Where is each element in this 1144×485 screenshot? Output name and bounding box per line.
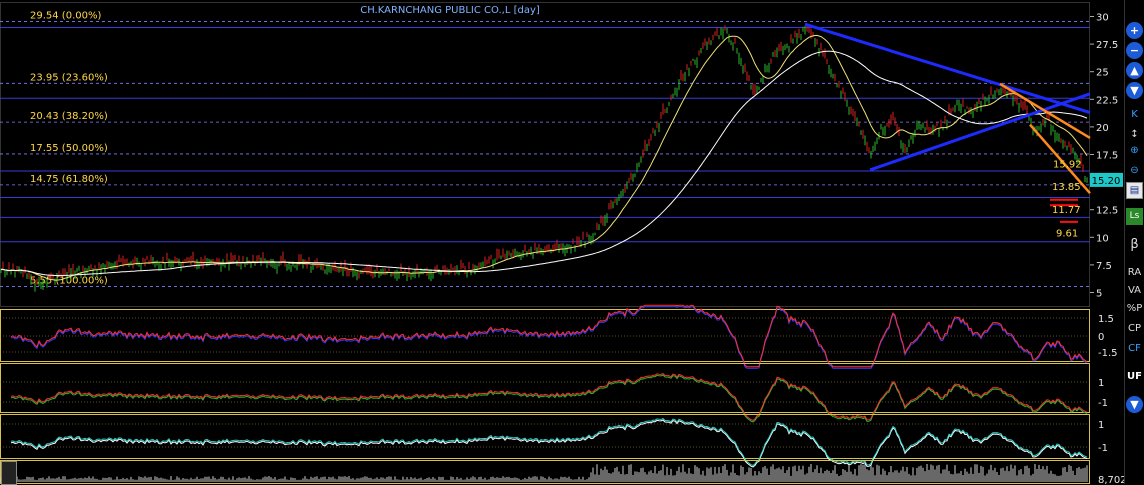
indicator-axis-label: 0 [1098,332,1104,343]
boxed-button[interactable]: ▤ [1126,182,1143,199]
indicator-axis-label: 8,702,8 [1098,475,1124,484]
price-annotation: 15.92 [1053,160,1082,171]
price-axis-label: 5 [1096,289,1102,300]
price-axis-label: 20 [1096,123,1109,134]
last-price-label: 15.20 [1092,176,1121,187]
volume-bars [0,464,1088,482]
fib-label: 20.43 (38.20%) [30,111,108,122]
price-axis-label: 22.5 [1096,95,1118,106]
cp-button[interactable]: CP [1126,320,1143,337]
trendline-lower [869,92,1091,172]
cursor-button[interactable]: K [1126,106,1143,123]
remove-button[interactable]: − [1126,42,1143,59]
trendline-upper [804,22,1091,114]
chart-canvas: 29.54 (0.00%) 23.95 (23.60%) 20.43 (38.20%… [0,2,1124,484]
scroll-down-button[interactable]: ▼ [1126,82,1143,99]
indicator-axis-label: 1 [1098,420,1104,431]
price-axis-label: 30 [1096,13,1109,24]
beta-button[interactable]: β [1126,236,1143,253]
indicator-axis-label: 1 [1098,378,1104,389]
indicator-axis-label: -1.5 [1098,348,1118,359]
macd-line [10,304,1088,368]
uf-button[interactable]: UF [1126,368,1143,385]
signal-line [10,306,1088,369]
scale-button[interactable]: ↕ [1126,126,1143,143]
fib-label: 17.55 (50.00%) [30,143,108,154]
ma-short-line [1,34,1088,281]
indicator-panel-frame [0,363,1090,413]
zoom-out-button[interactable]: ⊖ [1126,162,1143,179]
ra-button[interactable]: RA [1126,264,1143,281]
va-button[interactable]: VA [1126,282,1143,299]
nav-down-button[interactable]: ▼ [1126,396,1143,413]
price-axis-label: 12.5 [1096,206,1118,217]
signal-line [10,419,1088,468]
pct-p-button[interactable]: %P [1126,300,1143,317]
fib-label: 14.75 (61.80%) [30,174,108,185]
price-annotation: 11.77 [1052,205,1081,216]
price-axis-label: 10 [1096,233,1109,244]
add-button[interactable]: + [1126,22,1143,39]
indicator-axis-label: -1 [1098,398,1108,409]
price-axis-label: 25 [1096,68,1109,79]
indicator-axis-label: -1 [1098,443,1108,454]
fib-label: 23.95 (23.60%) [30,72,108,83]
scroll-up-button[interactable]: ▲ [1126,62,1143,79]
scrollbar-handle[interactable] [1,461,17,485]
indicator-axis-label: 1.5 [1098,314,1114,325]
channel-upper [999,82,1091,140]
price-axis-label: 7.5 [1096,261,1112,272]
main-panel-frame [0,2,1090,307]
cf-button[interactable]: CF [1126,340,1143,357]
ls-button[interactable]: Ls [1126,208,1143,225]
price-annotation: 13.85 [1052,182,1081,193]
price-axis-label: 27.5 [1096,40,1118,51]
price-axis-label: 17.5 [1096,151,1118,162]
fib-label: 29.54 (0.00%) [30,11,101,22]
zoom-in-button[interactable]: ⊕ [1126,142,1143,159]
price-annotation: 9.61 [1056,229,1078,240]
chart-title: CH.KARNCHANG PUBLIC CO.,L [day] [360,5,540,16]
